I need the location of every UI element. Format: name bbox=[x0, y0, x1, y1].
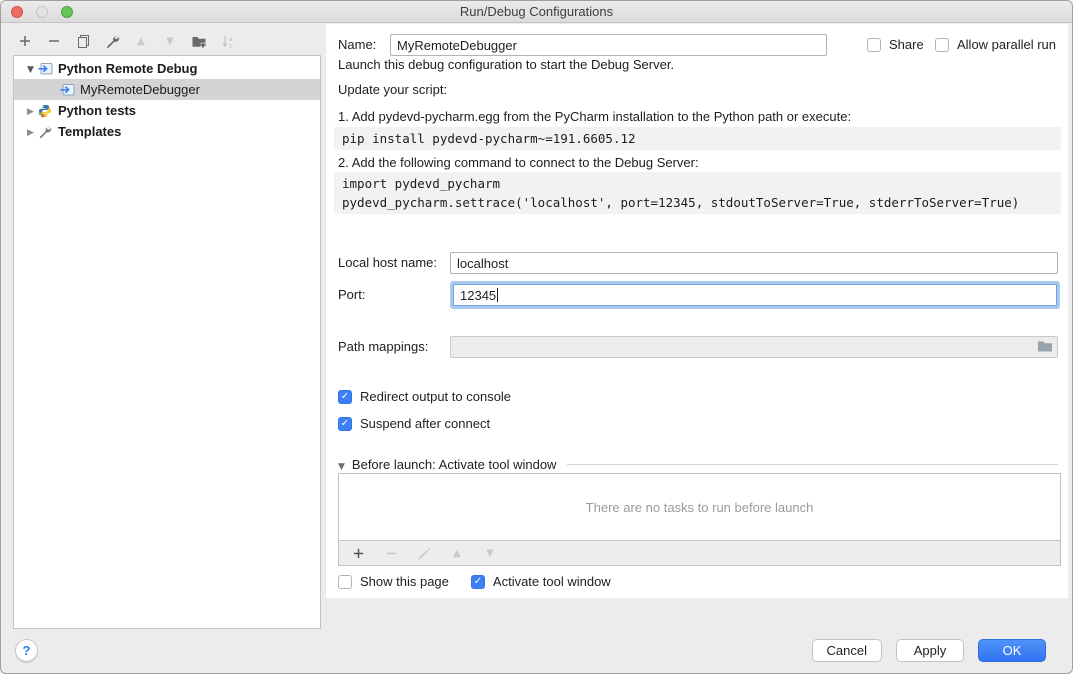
ok-button[interactable]: OK bbox=[978, 639, 1046, 662]
show-this-page-label: Show this page bbox=[360, 574, 449, 589]
remove-task-icon bbox=[383, 545, 399, 561]
path-mappings-label: Path mappings: bbox=[338, 336, 428, 358]
titlebar: Run/Debug Configurations bbox=[1, 1, 1072, 23]
tree-item-myremotedebugger[interactable]: MyRemoteDebugger bbox=[14, 79, 320, 100]
path-mappings-input[interactable] bbox=[450, 336, 1058, 358]
collapse-icon[interactable] bbox=[24, 61, 37, 76]
code-line-settrace: pydevd_pycharm.settrace('localhost', por… bbox=[342, 195, 1019, 210]
activate-tool-window-label: Activate tool window bbox=[493, 574, 611, 589]
tree-item-label: Python tests bbox=[58, 103, 136, 118]
dialog-buttons: Cancel Apply OK bbox=[812, 639, 1046, 662]
collapse-section-icon[interactable] bbox=[338, 457, 345, 472]
before-launch-section-header[interactable]: Before launch: Activate tool window bbox=[338, 457, 1058, 472]
redirect-output-label: Redirect output to console bbox=[360, 389, 511, 404]
tasks-toolbar bbox=[339, 540, 1060, 565]
code-line-import: import pydevd_pycharm bbox=[342, 176, 500, 191]
local-host-name-label: Local host name: bbox=[338, 252, 437, 274]
share-checkbox-row: Share bbox=[867, 37, 924, 52]
move-task-up-icon bbox=[449, 545, 465, 561]
sort-configurations-icon: az bbox=[220, 33, 236, 49]
configuration-editor: Name: Share Allow parallel run Launch th… bbox=[326, 24, 1068, 598]
apply-button[interactable]: Apply bbox=[896, 639, 964, 662]
redirect-output-checkbox[interactable] bbox=[338, 390, 352, 404]
remote-debug-config-icon bbox=[37, 61, 53, 77]
move-up-icon bbox=[133, 33, 149, 49]
page-options-row: Show this page Activate tool window bbox=[338, 574, 611, 589]
description-line-1: Launch this debug configuration to start… bbox=[338, 57, 674, 72]
step-2-text: 2. Add the following command to connect … bbox=[338, 155, 699, 170]
name-label: Name: bbox=[338, 34, 376, 56]
configurations-tree: Python Remote Debug MyRemoteDebugger Pyt… bbox=[13, 55, 321, 629]
before-launch-label: Before launch: Activate tool window bbox=[352, 457, 557, 472]
add-configuration-icon[interactable] bbox=[17, 33, 33, 49]
text-caret bbox=[497, 288, 498, 302]
local-host-name-input[interactable] bbox=[450, 252, 1058, 274]
run-debug-configurations-dialog: Run/Debug Configurations az bbox=[0, 0, 1073, 674]
new-folder-icon[interactable] bbox=[191, 33, 207, 49]
redirect-output-row: Redirect output to console bbox=[338, 389, 511, 404]
browse-folder-icon[interactable] bbox=[1037, 340, 1053, 356]
tree-item-python-remote-debug[interactable]: Python Remote Debug bbox=[14, 58, 320, 79]
window-title: Run/Debug Configurations bbox=[1, 1, 1072, 22]
edit-task-icon bbox=[416, 545, 432, 561]
svg-text:a: a bbox=[229, 36, 233, 43]
edit-templates-icon[interactable] bbox=[104, 33, 120, 49]
activate-tool-window-checkbox[interactable] bbox=[471, 575, 485, 589]
expand-icon[interactable] bbox=[24, 124, 37, 139]
port-input[interactable]: 12345 bbox=[453, 284, 1057, 306]
configurations-toolbar: az bbox=[17, 32, 236, 50]
suspend-after-connect-label: Suspend after connect bbox=[360, 416, 490, 431]
allow-parallel-run-label: Allow parallel run bbox=[957, 37, 1056, 52]
remote-debug-config-icon bbox=[59, 82, 75, 98]
port-label: Port: bbox=[338, 284, 365, 306]
tree-item-label: MyRemoteDebugger bbox=[80, 82, 200, 97]
settrace-code-block: import pydevd_pycharm pydevd_pycharm.sett… bbox=[334, 172, 1061, 214]
close-window-button[interactable] bbox=[11, 6, 23, 18]
svg-text:z: z bbox=[229, 43, 232, 49]
description-line-2: Update your script: bbox=[338, 82, 447, 97]
copy-configuration-icon[interactable] bbox=[75, 33, 91, 49]
python-tests-icon bbox=[37, 103, 53, 119]
pip-install-code: pip install pydevd-pycharm~=191.6605.12 bbox=[334, 127, 1061, 150]
share-label: Share bbox=[889, 37, 924, 52]
tree-item-templates[interactable]: Templates bbox=[14, 121, 320, 142]
section-divider bbox=[567, 464, 1058, 465]
allow-parallel-checkbox-row: Allow parallel run bbox=[935, 37, 1056, 52]
allow-parallel-run-checkbox[interactable] bbox=[935, 38, 949, 52]
share-checkbox[interactable] bbox=[867, 38, 881, 52]
templates-wrench-icon bbox=[37, 124, 53, 140]
minimize-window-button bbox=[36, 6, 48, 18]
move-down-icon bbox=[162, 33, 178, 49]
move-task-down-icon bbox=[482, 545, 498, 561]
name-input[interactable] bbox=[390, 34, 827, 56]
add-task-icon[interactable] bbox=[350, 545, 366, 561]
tasks-empty-message: There are no tasks to run before launch bbox=[339, 474, 1060, 540]
zoom-window-button[interactable] bbox=[61, 6, 73, 18]
expand-icon[interactable] bbox=[24, 103, 37, 118]
before-launch-tasks-panel: There are no tasks to run before launch bbox=[338, 473, 1061, 566]
suspend-after-connect-row: Suspend after connect bbox=[338, 416, 490, 431]
tree-item-label: Templates bbox=[58, 124, 121, 139]
tree-item-label: Python Remote Debug bbox=[58, 61, 197, 76]
help-button[interactable]: ? bbox=[15, 639, 38, 662]
show-this-page-checkbox[interactable] bbox=[338, 575, 352, 589]
remove-configuration-icon[interactable] bbox=[46, 33, 62, 49]
cancel-button[interactable]: Cancel bbox=[812, 639, 882, 662]
path-mappings-field bbox=[450, 336, 1058, 358]
suspend-after-connect-checkbox[interactable] bbox=[338, 417, 352, 431]
step-1-text: 1. Add pydevd-pycharm.egg from the PyCha… bbox=[338, 109, 851, 124]
port-value: 12345 bbox=[460, 288, 496, 303]
tree-item-python-tests[interactable]: Python tests bbox=[14, 100, 320, 121]
